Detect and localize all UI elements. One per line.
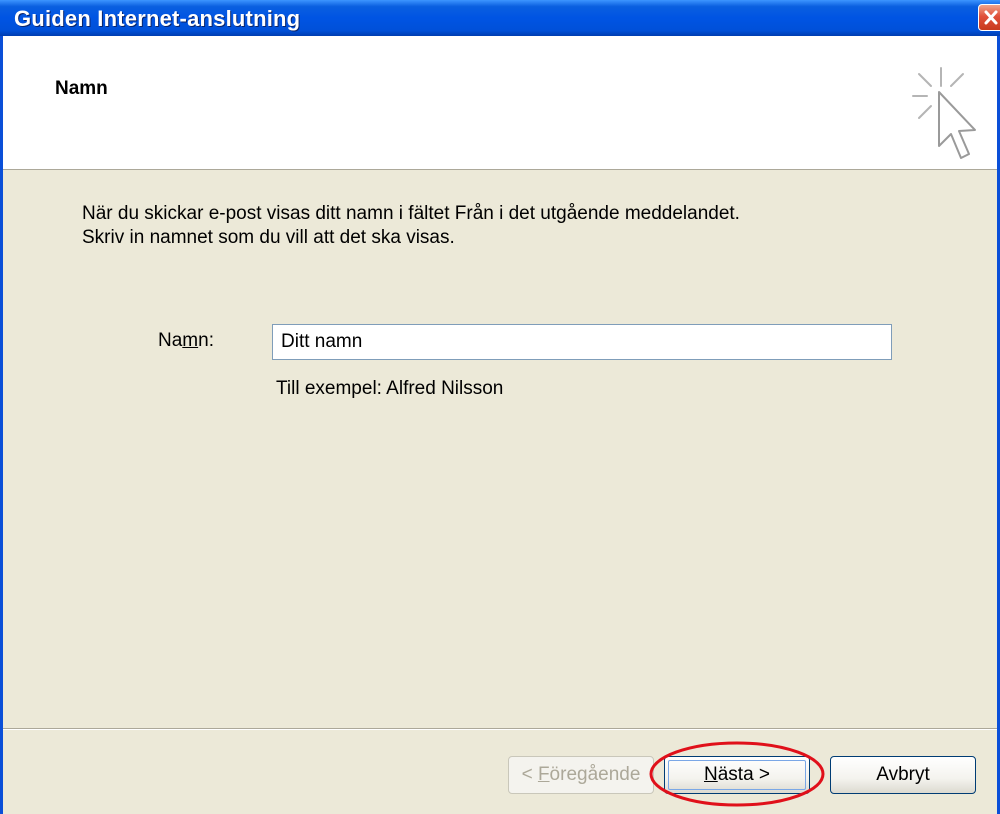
close-icon xyxy=(984,10,998,25)
name-label-pre: Na xyxy=(158,330,183,351)
previous-label-post: öregående xyxy=(549,764,641,785)
window-title: Guiden Internet-anslutning xyxy=(14,6,301,31)
wizard-header: Namn xyxy=(3,36,997,170)
close-button[interactable] xyxy=(978,4,1000,31)
previous-label-pre: < xyxy=(521,764,538,785)
previous-label-mnemonic: F xyxy=(537,764,550,785)
name-label-mnemonic: m xyxy=(182,330,199,351)
cancel-button[interactable]: Avbryt xyxy=(830,756,976,794)
name-input[interactable] xyxy=(272,324,892,360)
cursor-sparkle-icon xyxy=(912,67,976,159)
description-line-1: När du skickar e-post visas ditt namn i … xyxy=(82,203,740,224)
title-bar: Guiden Internet-anslutning xyxy=(0,0,1000,36)
next-button-focus-ring xyxy=(668,760,806,790)
button-separator xyxy=(3,728,997,730)
description-line-2: Skriv in namnet som du vill att det ska … xyxy=(82,227,455,248)
previous-button[interactable]: < Föregående xyxy=(508,756,654,794)
name-label-post: n: xyxy=(198,330,214,351)
example-hint: Till exempel: Alfred Nilsson xyxy=(276,378,504,399)
name-label: Namn: xyxy=(158,330,214,352)
page-title: Namn xyxy=(55,78,108,99)
description: När du skickar e-post visas ditt namn i … xyxy=(82,202,740,250)
next-button[interactable]: Nästa > xyxy=(664,756,810,794)
